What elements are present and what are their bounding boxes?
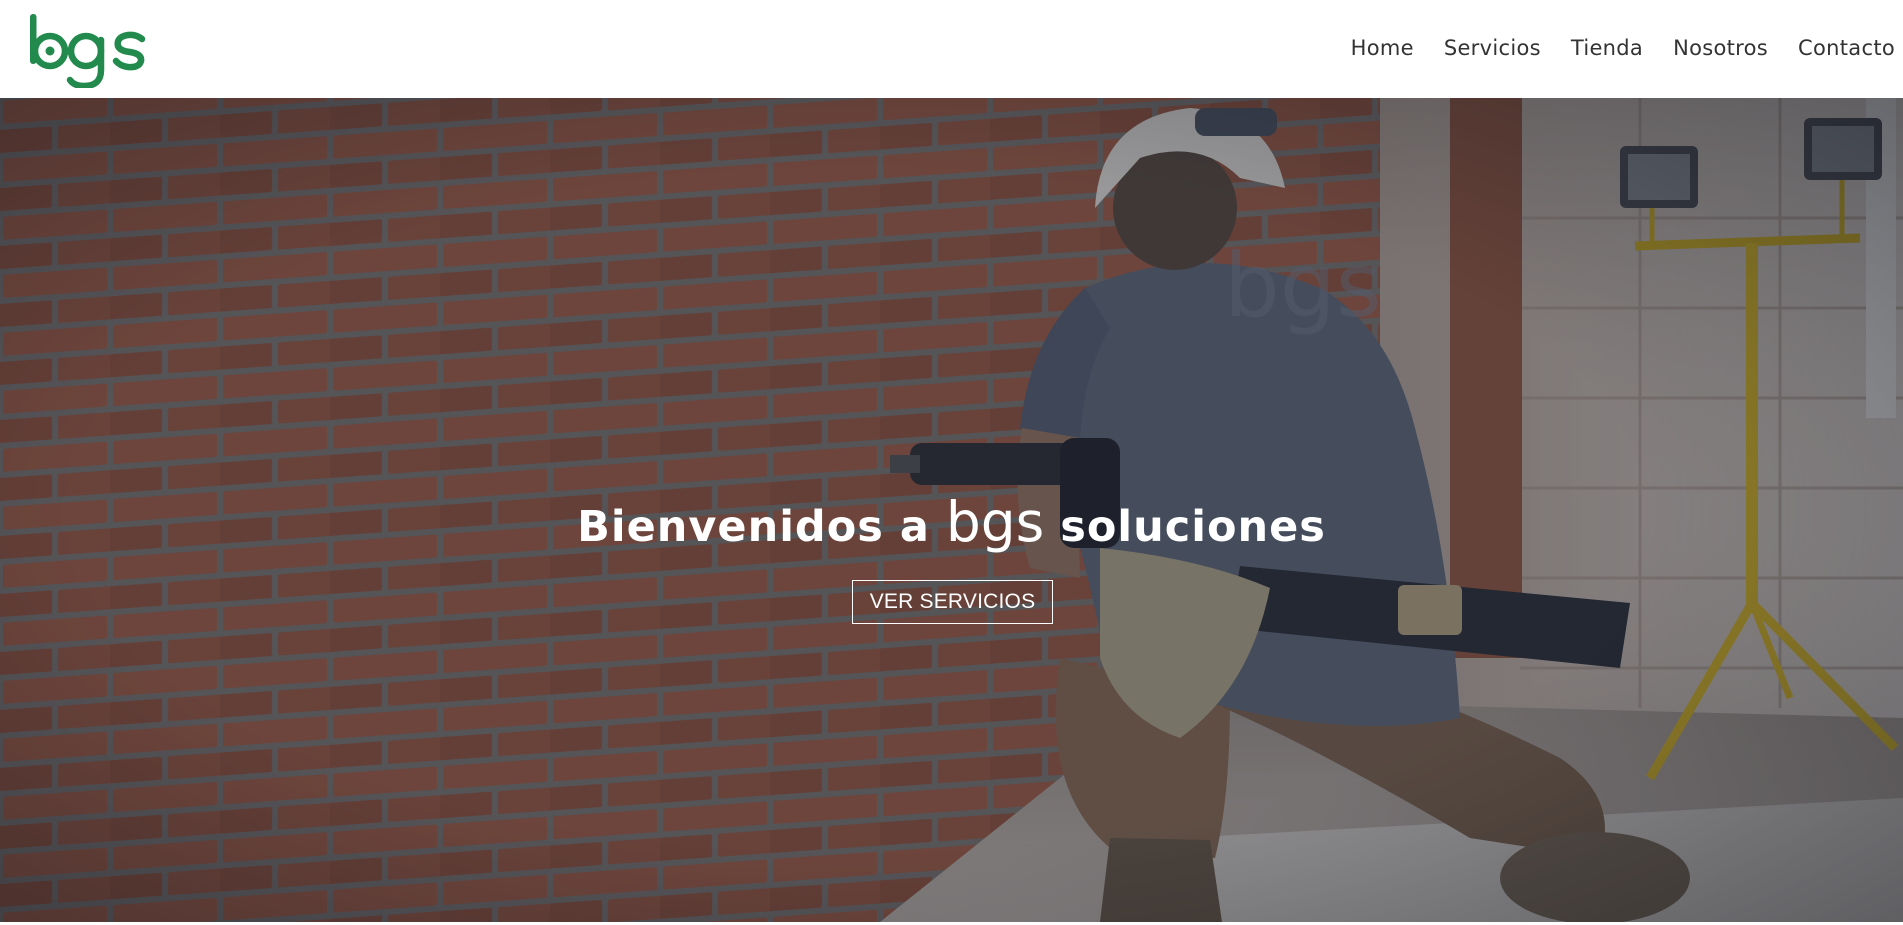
ver-servicios-button[interactable]: VER SERVICIOS	[852, 580, 1053, 624]
site-header: Home Servicios Tienda Nosotros Contacto	[0, 0, 1903, 98]
hero-title-brand: bgs	[945, 490, 1045, 554]
hero-banner: bgs Bienvenidos a bgs soluciones VER SER…	[0, 98, 1903, 922]
nav-tienda[interactable]: Tienda	[1571, 36, 1643, 60]
hero-title: Bienvenidos a bgs soluciones	[0, 490, 1903, 554]
nav-nosotros[interactable]: Nosotros	[1673, 36, 1768, 60]
hero-title-after: soluciones	[1044, 502, 1326, 552]
nav-servicios[interactable]: Servicios	[1444, 36, 1541, 60]
nav-contacto[interactable]: Contacto	[1798, 36, 1895, 60]
nav-home[interactable]: Home	[1351, 36, 1414, 60]
bgs-logo[interactable]	[26, 10, 148, 88]
hero-title-before: Bienvenidos a	[577, 502, 946, 552]
main-nav: Home Servicios Tienda Nosotros Contacto	[1351, 36, 1895, 60]
